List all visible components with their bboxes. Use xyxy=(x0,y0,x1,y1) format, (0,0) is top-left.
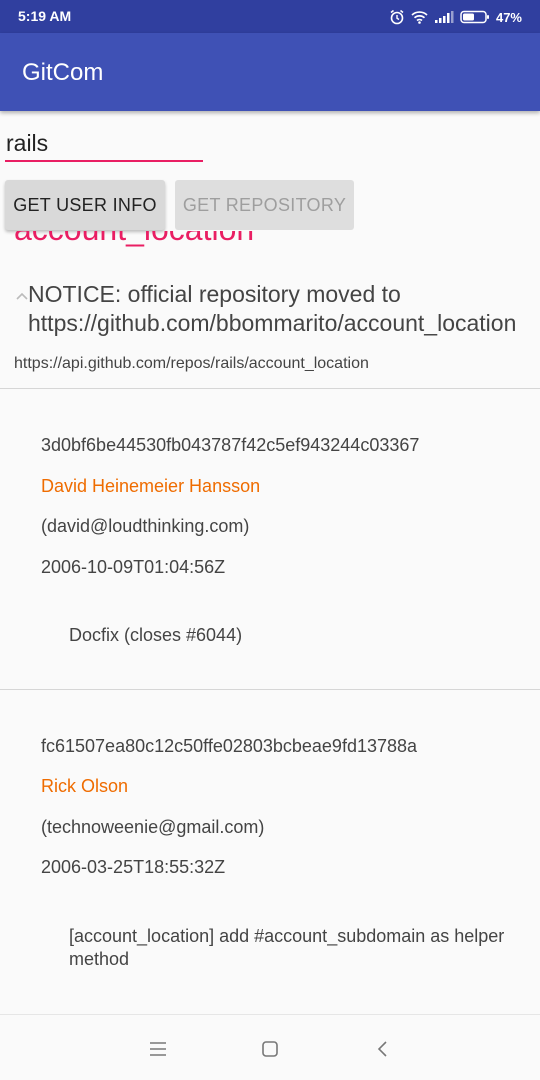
home-icon[interactable] xyxy=(258,1037,282,1061)
menu-icon[interactable] xyxy=(146,1037,170,1061)
commit-author: Rick Olson xyxy=(41,776,129,796)
commit-date: 2006-10-09T01:04:56Z xyxy=(41,557,226,577)
repo-url[interactable]: https://api.github.com/repos/rails/accou… xyxy=(14,355,369,373)
commit-sha: 3d0bf6be44530fb043787f42c5ef943244c03367 xyxy=(41,435,420,455)
get-user-info-button[interactable]: GET USER INFO xyxy=(5,180,165,230)
alarm-icon xyxy=(389,9,405,25)
battery-percent: 47% xyxy=(495,9,522,25)
status-bar: 5:19 AM 47% xyxy=(0,0,540,33)
commit-email: (david@loudthinking.com) xyxy=(41,516,250,536)
back-icon[interactable] xyxy=(371,1037,395,1061)
repo-name: account_location xyxy=(14,231,254,248)
commit-item[interactable]: 3d0bf6be44530fb043787f42c5ef943244c03367… xyxy=(0,389,540,689)
status-time: 5:19 AM xyxy=(18,8,72,24)
signal-icon xyxy=(434,10,454,24)
commit-email: (technoweenie@gmail.com) xyxy=(41,817,265,837)
commit-date: 2006-03-25T18:55:32Z xyxy=(41,857,226,877)
commit-item[interactable]: fc61507ea80c12c50ffe02803bcbeae9fd13788a… xyxy=(0,690,540,1012)
commit-message: [account_location] add #account_subdomai… xyxy=(69,926,505,969)
get-repository-button[interactable]: GET REPOSITORY xyxy=(175,180,354,230)
app-title: GitCom xyxy=(22,59,104,86)
commit-sha: fc61507ea80c12c50ffe02803bcbeae9fd13788a xyxy=(41,736,418,756)
commit-message: Docfix (closes #6044) xyxy=(69,625,243,645)
repo-name-container: account_location xyxy=(0,231,540,261)
commit-author: David Heinemeier Hansson xyxy=(41,476,261,496)
repo-description: NOTICE: official repository moved to htt… xyxy=(28,281,517,336)
navigation-bar xyxy=(0,1014,540,1080)
username-input[interactable] xyxy=(5,122,203,162)
repo-description-block: NOTICE: official repository moved to htt… xyxy=(14,280,534,338)
app-bar: GitCom xyxy=(0,33,540,111)
collapse-icon[interactable] xyxy=(16,288,28,306)
battery-icon xyxy=(460,10,490,24)
status-icons: 47% xyxy=(389,7,522,27)
wifi-icon xyxy=(411,10,428,24)
